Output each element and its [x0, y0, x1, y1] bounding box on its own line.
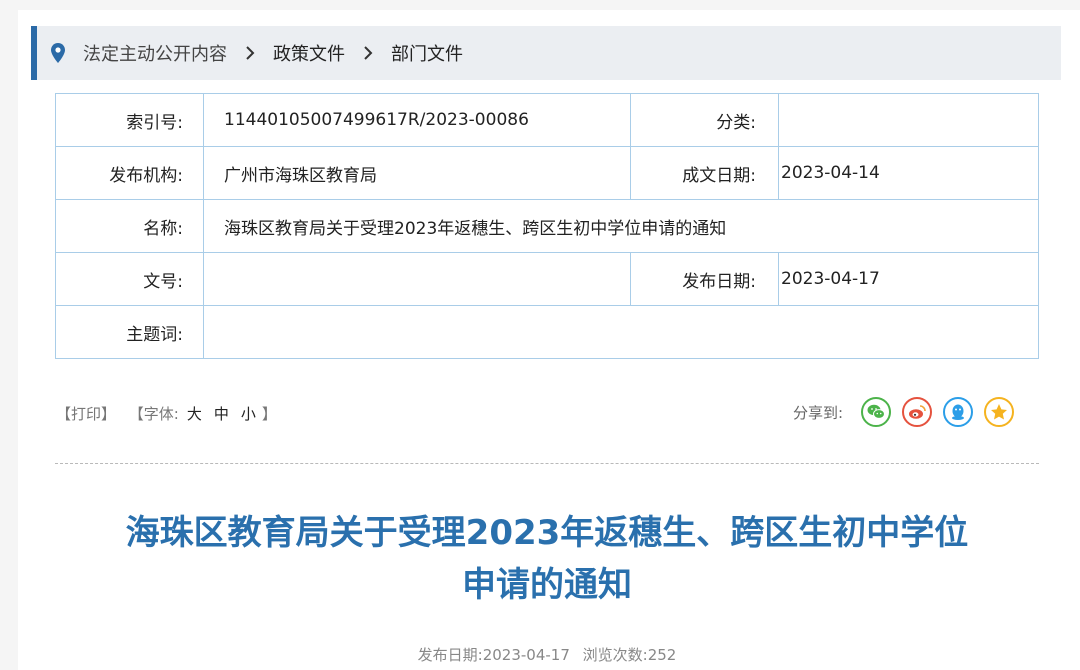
index-label: 索引号: — [55, 93, 204, 147]
index-value: 11440105007499617R/2023-00086 — [203, 93, 631, 147]
views-count: 252 — [647, 646, 677, 664]
qzone-icon[interactable] — [984, 397, 1015, 427]
wechat-icon[interactable] — [861, 397, 892, 427]
table-row: 文号: 发布日期: 2023-04-17 — [55, 252, 1039, 306]
qq-icon[interactable] — [943, 397, 974, 427]
published-date-value: 2023-04-17 — [778, 252, 1039, 306]
font-size-small-button[interactable]: 小 — [241, 405, 256, 423]
keywords-label: 主题词: — [55, 305, 204, 359]
weibo-icon[interactable] — [902, 397, 933, 427]
article-date-value: 2023-04-17 — [482, 646, 570, 664]
table-row: 发布机构: 广州市海珠区教育局 成文日期: 2023-04-14 — [55, 146, 1039, 200]
share-label: 分享到: — [793, 403, 844, 422]
publisher-label: 发布机构: — [55, 146, 204, 200]
page-tools: 【打印】 【字体: 大中小】 — [56, 403, 279, 424]
publisher-value: 广州市海珠区教育局 — [203, 146, 631, 200]
font-size-large-button[interactable]: 大 — [187, 405, 202, 423]
page: 法定主动公开内容 政策文件 部门文件 索引号: 1144010500749961… — [18, 10, 1080, 670]
article-date-label: 发布日期: — [417, 646, 483, 664]
font-size-medium-button[interactable]: 中 — [214, 405, 229, 423]
document-meta-table: 索引号: 11440105007499617R/2023-00086 分类: 发… — [55, 93, 1039, 359]
category-value — [778, 93, 1039, 147]
docno-value — [203, 252, 631, 306]
category-label: 分类: — [630, 93, 779, 147]
keywords-value — [203, 305, 1039, 359]
chevron-right-icon — [245, 46, 255, 60]
table-row: 名称: 海珠区教育局关于受理2023年返穗生、跨区生初中学位申请的通知 — [55, 199, 1039, 253]
article-info: 发布日期:2023-04-17 浏览次数:252 — [55, 644, 1039, 665]
article-title-line-2: 申请的通知 — [462, 565, 632, 605]
breadcrumb-item-public-content[interactable]: 法定主动公开内容 — [83, 40, 227, 66]
table-row: 主题词: — [55, 305, 1039, 359]
created-date-value: 2023-04-14 — [778, 146, 1039, 200]
docno-label: 文号: — [55, 252, 204, 306]
table-row: 索引号: 11440105007499617R/2023-00086 分类: — [55, 93, 1039, 147]
published-date-label: 发布日期: — [630, 252, 779, 306]
font-size-suffix: 】 — [261, 405, 277, 423]
breadcrumb-item-policy-docs[interactable]: 政策文件 — [273, 40, 345, 66]
article-title-line-1: 海珠区教育局关于受理2023年返穗生、跨区生初中学位 — [125, 513, 969, 553]
share-bar: 分享到: — [793, 397, 1025, 427]
created-date-label: 成文日期: — [630, 146, 779, 200]
views-label: 浏览次数: — [582, 646, 648, 664]
name-value: 海珠区教育局关于受理2023年返穗生、跨区生初中学位申请的通知 — [203, 199, 1039, 253]
chevron-right-icon — [363, 46, 373, 60]
breadcrumb: 法定主动公开内容 政策文件 部门文件 — [31, 26, 1061, 80]
font-size-prefix: 【字体: — [128, 405, 179, 423]
breadcrumb-item-dept-docs[interactable]: 部门文件 — [391, 40, 463, 66]
name-label: 名称: — [55, 199, 204, 253]
divider — [55, 463, 1039, 464]
print-button[interactable]: 【打印】 — [56, 405, 116, 423]
location-pin-icon — [51, 42, 67, 64]
article-title: 海珠区教育局关于受理2023年返穗生、跨区生初中学位 申请的通知 — [55, 507, 1039, 611]
